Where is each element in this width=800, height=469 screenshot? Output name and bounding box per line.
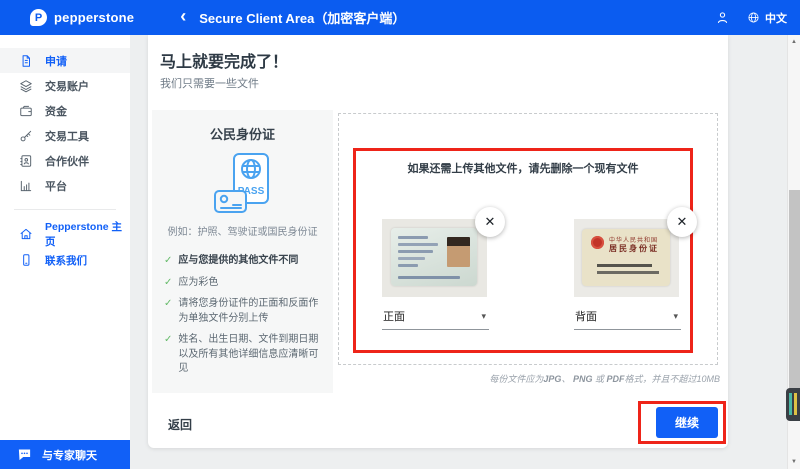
bar-chart-icon	[19, 179, 33, 193]
page-subtitle: 我们只需要一些文件	[160, 78, 259, 90]
sidebar: 申请 交易账户 资金 交易工具 合作伙伴 平台 Pepperstone 主页 联…	[0, 35, 130, 469]
check-icon: ✓	[164, 334, 173, 345]
page-header-title: Secure Client Area（加密客户端）	[199, 11, 406, 26]
dropdown-value: 正面	[383, 311, 405, 323]
document-icon	[19, 54, 33, 68]
sidebar-item-label: 合作伙伴	[45, 155, 89, 168]
uploaded-document-front: ✕ 正面 ▾	[382, 207, 505, 330]
document-type-heading: 公民身份证	[209, 127, 275, 142]
document-side-dropdown-back[interactable]: 背面 ▾	[574, 306, 681, 330]
address-book-icon	[19, 154, 33, 168]
remove-document-button[interactable]: ✕	[667, 207, 697, 237]
sidebar-link-label: Pepperstone 主页	[45, 221, 123, 248]
pepperstone-logo-icon: P	[30, 9, 47, 26]
language-label: 中文	[765, 12, 787, 25]
back-chevron-icon[interactable]: ‹	[180, 7, 186, 28]
document-checklist: ✓ 应与您提供的其他文件不同 ✓ 应为彩色 ✓ 请将您身份证件的正面和反面作为单…	[164, 254, 321, 377]
scrollbar-thumb[interactable]	[789, 190, 800, 420]
document-type-panel: 公民身份证 PASS 例如：护照、驾驶证或国民身份证 ✓ 应与您提供的其他文件不…	[152, 110, 333, 393]
sidebar-item-label: 平台	[45, 180, 67, 193]
chat-bubble-icon	[18, 449, 31, 461]
scroll-up-arrow[interactable]: ▲	[788, 39, 800, 45]
sidebar-item-label: 资金	[45, 105, 67, 118]
upload-dropzone: 如果还需上传其他文件，请先删除一个现有文件 ✕ 正面 ▾ ✕ 中华人民共和国 居…	[338, 113, 718, 365]
main-content-card: 马上就要完成了！ 我们只需要一些文件 公民身份证 PASS 例如：护照、驾驶证或…	[148, 35, 728, 448]
page-title: 马上就要完成了！	[160, 54, 289, 71]
globe-icon	[748, 12, 759, 23]
annotation-rectangle-upload: 如果还需上传其他文件，请先删除一个现有文件 ✕ 正面 ▾ ✕ 中华人民共和国 居…	[353, 148, 697, 353]
language-selector[interactable]: 中文	[747, 10, 787, 26]
home-icon	[19, 227, 33, 241]
pepperstone-logo: P pepperstone	[30, 9, 134, 26]
wallet-icon	[19, 104, 33, 118]
check-icon: ✓	[164, 255, 173, 266]
user-icon[interactable]	[715, 10, 730, 25]
sidebar-item-platforms[interactable]: 平台	[0, 173, 130, 198]
id-portrait	[447, 237, 470, 267]
check-icon: ✓	[164, 298, 173, 309]
file-format-note: 每份文件应为JPG、 PNG 或 PDF格式，并且不超过10MB	[489, 374, 720, 384]
continue-button[interactable]: 继续	[656, 407, 718, 438]
header-actions: 中文	[715, 10, 787, 26]
uploaded-document-back: ✕ 中华人民共和国 居民身份证 背面 ▾	[574, 207, 697, 330]
sidebar-item-funds[interactable]: 资金	[0, 98, 130, 123]
key-icon	[19, 129, 33, 143]
floating-widget[interactable]	[786, 388, 800, 421]
checklist-item: ✓ 姓名、出生日期、文件到期日期以及所有其他详细信息应清晰可见	[164, 333, 321, 377]
sidebar-item-trading-accounts[interactable]: 交易账户	[0, 73, 130, 98]
sidebar-item-trading-tools[interactable]: 交易工具	[0, 123, 130, 148]
check-icon: ✓	[164, 276, 173, 288]
remove-document-button[interactable]: ✕	[475, 207, 505, 237]
chevron-down-icon: ▾	[673, 310, 678, 321]
upload-limit-warning: 如果还需上传其他文件，请先删除一个现有文件	[407, 163, 639, 175]
layers-icon	[19, 79, 33, 93]
sidebar-divider	[14, 209, 116, 210]
dropdown-value: 背面	[575, 311, 597, 323]
passport-id-icon: PASS	[164, 153, 321, 217]
sidebar-link-label: 联系我们	[45, 254, 87, 267]
sidebar-nav: 申请 交易账户 资金 交易工具 合作伙伴 平台 Pepperstone 主页 联…	[0, 35, 130, 273]
sidebar-item-label: 交易账户	[45, 80, 89, 93]
national-emblem	[591, 236, 604, 249]
scroll-down-arrow[interactable]: ▼	[788, 459, 800, 465]
chat-with-expert-button[interactable]: 与专家聊天	[0, 440, 130, 469]
document-example-text: 例如：护照、驾驶证或国民身份证	[167, 227, 318, 238]
chevron-down-icon: ▾	[481, 310, 486, 321]
sidebar-link-contact-us[interactable]: 联系我们	[0, 247, 130, 273]
app-header: P pepperstone ‹ Secure Client Area（加密客户端…	[0, 0, 800, 35]
checklist-item: ✓ 应与您提供的其他文件不同	[164, 254, 321, 269]
document-side-dropdown-front[interactable]: 正面 ▾	[382, 306, 489, 330]
sidebar-item-applications[interactable]: 申请	[0, 48, 130, 73]
id-front-photo	[382, 219, 487, 297]
pepperstone-logo-text: pepperstone	[54, 10, 135, 25]
phone-icon	[19, 253, 33, 267]
sidebar-item-partners[interactable]: 合作伙伴	[0, 148, 130, 173]
sidebar-item-label: 交易工具	[45, 130, 89, 143]
sidebar-link-homepage[interactable]: Pepperstone 主页	[0, 221, 130, 248]
checklist-item: ✓ 请将您身份证件的正面和反面作为单独文件分别上传	[164, 297, 321, 326]
chat-bar-label: 与专家聊天	[42, 449, 97, 462]
checklist-item: ✓ 应为彩色	[164, 276, 321, 291]
id-back-photo: 中华人民共和国 居民身份证	[574, 219, 679, 297]
sidebar-item-label: 申请	[45, 55, 67, 68]
back-button[interactable]: 返回	[168, 416, 192, 433]
